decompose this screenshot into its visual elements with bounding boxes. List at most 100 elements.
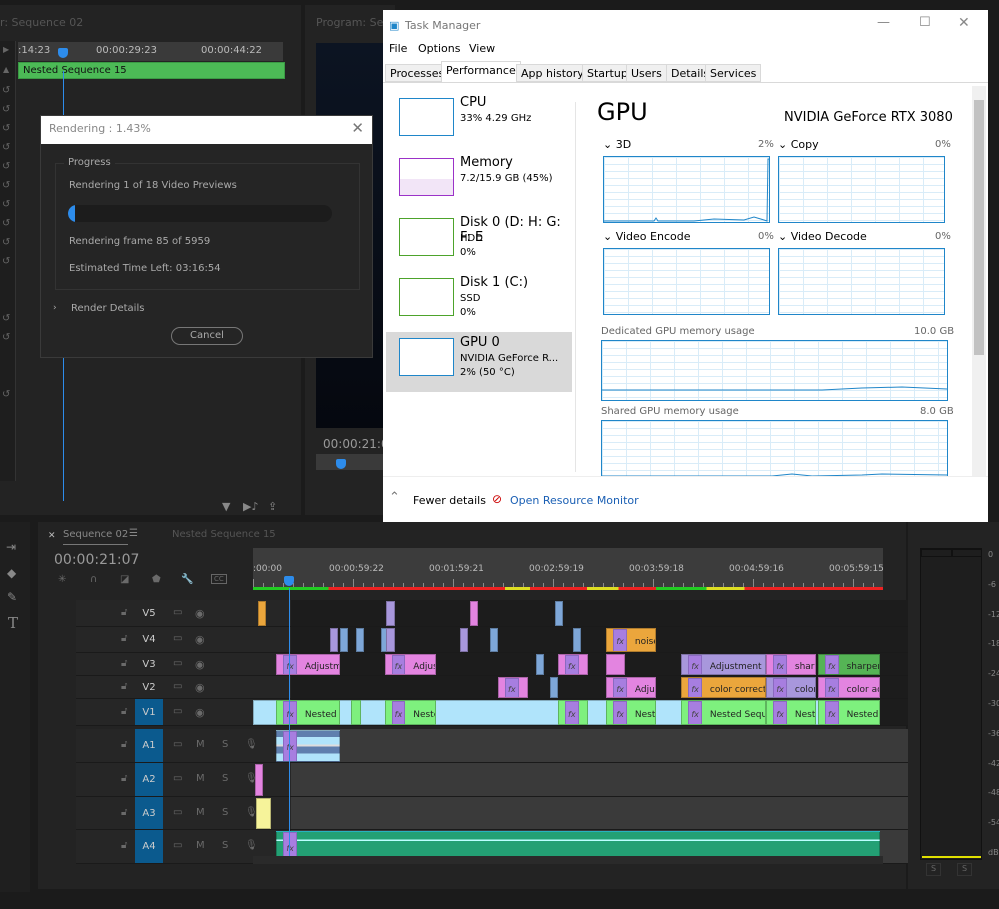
sync-lock-icon[interactable]: ↺	[2, 104, 10, 115]
sync-lock-icon[interactable]: ↺	[2, 142, 10, 153]
track-target-a2[interactable]: A2	[135, 763, 163, 796]
sync-toggle-icon[interactable]: ▭	[173, 739, 182, 750]
clip-v1[interactable]: fx Nest	[606, 700, 657, 725]
maximize-button[interactable]: ☐	[919, 15, 931, 30]
clip-v5[interactable]	[469, 601, 478, 626]
sync-lock-icon[interactable]: ↺	[2, 161, 10, 172]
clip-v4[interactable]	[459, 628, 468, 652]
sync-lock-icon[interactable]: ↺	[2, 85, 10, 96]
lock-icon[interactable]: 🔓︎	[121, 681, 127, 692]
tab-performance[interactable]: Performance	[441, 61, 521, 83]
close-tab-icon[interactable]: ✕	[48, 531, 56, 541]
microphone-icon[interactable]: 🎙︎	[245, 739, 258, 750]
sync-lock-icon[interactable]: ↺	[2, 237, 10, 248]
open-resource-monitor-link[interactable]: Open Resource Monitor	[510, 494, 639, 507]
close-button[interactable]: ✕	[958, 15, 970, 31]
clip-v4[interactable]	[329, 628, 338, 652]
export-icon[interactable]: ⇪	[268, 500, 277, 513]
clip-v1[interactable]: fx Nest	[766, 700, 817, 725]
clip-v5[interactable]	[386, 601, 395, 626]
clip-v4[interactable]: fxnoise	[606, 628, 657, 652]
lock-icon[interactable]: 🔓︎	[121, 773, 127, 784]
clip-v3[interactable]: fx Adjust	[384, 654, 437, 675]
tab-sequence-02[interactable]: Sequence 02	[63, 529, 129, 545]
mute-button[interactable]: M	[196, 840, 205, 851]
track-target-a4[interactable]: A4	[135, 830, 163, 863]
solo-button[interactable]: S	[222, 739, 228, 750]
tab-services[interactable]: Services	[705, 64, 762, 82]
timeline-scrollbar[interactable]	[253, 856, 883, 864]
close-icon[interactable]: ✕	[351, 119, 364, 137]
solo-right-button[interactable]: S	[957, 863, 972, 876]
menu-file[interactable]: File	[389, 42, 407, 55]
tab-app-history[interactable]: App history	[516, 64, 589, 82]
sync-lock-icon[interactable]: ↺	[2, 256, 10, 267]
resource-memory-1[interactable]: Memory 7.2/15.9 GB (45%)	[386, 152, 572, 212]
engine-3d-label[interactable]: ⌄ 3D	[603, 138, 631, 151]
resource-gpu-4[interactable]: GPU 0 NVIDIA GeForce R... 2% (50 °C)	[386, 332, 572, 392]
eye-icon[interactable]: ◉	[195, 706, 205, 719]
wrench-icon[interactable]: 🔧	[181, 574, 193, 585]
play-icon[interactable]: ▶	[3, 45, 9, 54]
track-target-a3[interactable]: A3	[135, 797, 163, 829]
lock-icon[interactable]: 🔓︎	[121, 633, 127, 644]
track-target-v5[interactable]: V5	[135, 600, 163, 626]
sync-toggle-icon[interactable]: ▭	[173, 681, 182, 692]
solo-button[interactable]: S	[222, 773, 228, 784]
clip-a1[interactable]: fx	[276, 730, 340, 762]
mute-button[interactable]: M	[196, 739, 205, 750]
microphone-icon[interactable]: 🎙︎	[245, 840, 258, 851]
tab-processes[interactable]: Processes	[385, 64, 450, 82]
clip-v3[interactable]: fx sharpens	[818, 654, 880, 675]
track-target-v4[interactable]: V4	[135, 627, 163, 652]
program-playhead[interactable]	[336, 459, 346, 469]
resource-disk-2[interactable]: Disk 0 (D: H: G: F: E HDD 0%	[386, 212, 572, 272]
lock-icon[interactable]: 🔓︎	[121, 607, 127, 618]
clip-v5[interactable]	[554, 601, 563, 626]
resource-disk-3[interactable]: Disk 1 (C:) SSD 0%	[386, 272, 572, 332]
clip-v3[interactable]	[536, 654, 545, 675]
clip-v3[interactable]: fx Adjustme	[276, 654, 340, 675]
captions-icon[interactable]: CC	[211, 574, 227, 584]
sync-lock-icon[interactable]: ↺	[2, 313, 10, 324]
menu-options[interactable]: Options	[418, 42, 460, 55]
timeline-ruler[interactable]: :00:00 00:00:59:22 00:01:59:21 00:02:59:19 0…	[253, 548, 884, 590]
eye-icon[interactable]: ◉	[195, 633, 205, 646]
mute-button[interactable]: M	[196, 773, 205, 784]
tab-nested-sequence-15[interactable]: Nested Sequence 15	[172, 529, 276, 540]
source-ruler[interactable]: :14:23 00:00:29:23 00:00:44:22	[18, 42, 283, 61]
clip-v4[interactable]	[386, 628, 395, 652]
clip-v4[interactable]	[573, 628, 581, 652]
fewer-details-button[interactable]: Fewer details	[413, 494, 486, 507]
clip-v2[interactable]: fx color correction	[681, 677, 767, 698]
clip-v1[interactable]: fx Nested S	[818, 700, 880, 725]
clip-v4[interactable]	[489, 628, 498, 652]
clip-v2[interactable]: fx Adjus	[606, 677, 657, 698]
lock-icon[interactable]: 🔓︎	[121, 658, 127, 669]
clip-v5[interactable]	[258, 601, 266, 626]
clip-v2[interactable]: fx color adju	[818, 677, 880, 698]
clip-v2[interactable]: fx	[498, 677, 528, 698]
solo-button[interactable]: S	[222, 840, 228, 851]
solo-button[interactable]: S	[222, 807, 228, 818]
sync-lock-icon[interactable]: ↺	[2, 389, 10, 400]
peak-right[interactable]	[952, 549, 982, 557]
solo-left-button[interactable]: S	[926, 863, 941, 876]
sync-toggle-icon[interactable]: ▭	[173, 773, 182, 784]
eye-icon[interactable]: ◉	[195, 681, 205, 694]
linked-selection-icon[interactable]: ◪	[120, 574, 129, 585]
program-timecode[interactable]: 00:00:21:0	[323, 437, 389, 451]
engine-encode-label[interactable]: ⌄ Video Encode	[603, 230, 690, 243]
pen-tool-icon[interactable]: ✎	[7, 590, 17, 604]
razor-tool-icon[interactable]: ◆	[7, 566, 16, 580]
source-clip[interactable]: Nested Sequence 15	[18, 62, 285, 79]
nest-icon[interactable]: ✳	[58, 574, 66, 585]
sync-toggle-icon[interactable]: ▭	[173, 840, 182, 851]
eye-icon[interactable]: ◉	[195, 607, 205, 620]
clip-v4[interactable]	[356, 628, 365, 652]
chevron-right-icon[interactable]: ›	[53, 303, 57, 313]
clip-v2[interactable]: fx color	[766, 677, 817, 698]
timeline-playhead-handle[interactable]	[283, 576, 294, 586]
clip-a2[interactable]	[254, 764, 263, 796]
tab-users[interactable]: Users	[626, 64, 667, 82]
